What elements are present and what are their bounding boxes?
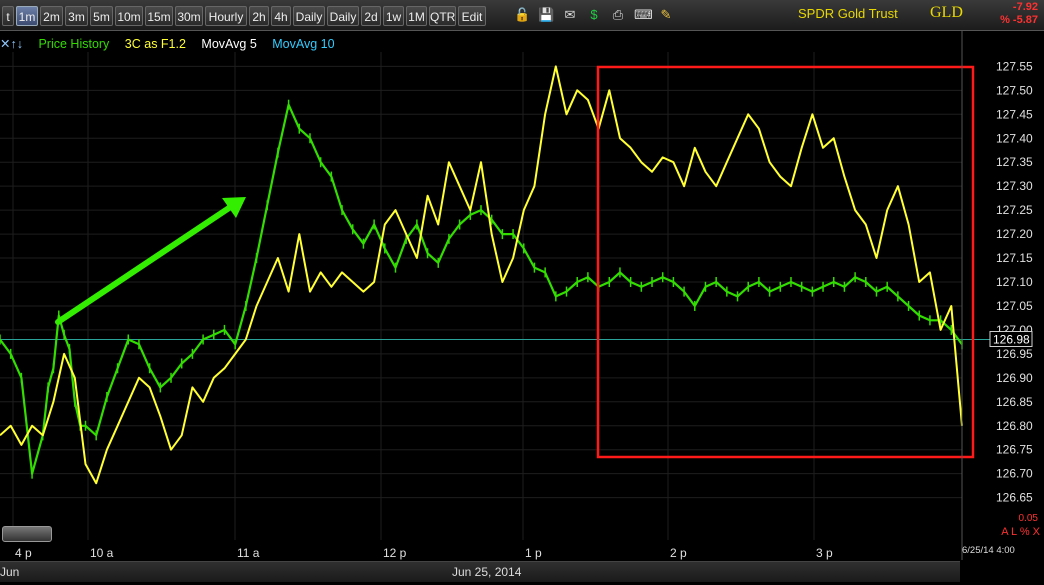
- timeframe-button[interactable]: 30m: [175, 6, 203, 26]
- timeframe-button[interactable]: 2d: [361, 6, 381, 26]
- change-absolute: -7.92: [1012, 1, 1038, 13]
- timeframe-button[interactable]: 1w: [383, 6, 404, 26]
- timeframe-button[interactable]: 1M: [406, 6, 427, 26]
- chart-legend: ✕↑↓ Price History 3C as F1.2 MovAvg 5 Mo…: [0, 36, 347, 52]
- legend-3c-indicator[interactable]: 3C as F1.2: [125, 37, 186, 51]
- save-icon[interactable]: 💾: [538, 7, 554, 23]
- timeframe-button[interactable]: Daily: [293, 6, 325, 26]
- date-bar[interactable]: Jun Jun 25, 2014: [0, 561, 960, 582]
- y-tick-label: 126.85: [996, 395, 1033, 409]
- axis-scale-value: 0.05: [1018, 513, 1038, 524]
- timeframe-button[interactable]: 2m: [40, 6, 63, 26]
- timeframe-button[interactable]: 10m: [115, 6, 143, 26]
- y-tick-label: 127.20: [996, 227, 1033, 241]
- timeframe-button[interactable]: 1m: [16, 6, 38, 26]
- x-tick-label: 2 p: [670, 546, 687, 560]
- x-axis: 4 p 10 a 11 a 12 p 1 p 2 p 3 p: [15, 546, 833, 560]
- y-tick-label: 127.50: [996, 83, 1033, 97]
- y-tick-label: 127.35: [996, 155, 1033, 169]
- trend-arrow-line: [55, 203, 235, 325]
- date-bar-date: Jun 25, 2014: [452, 565, 522, 579]
- timeframe-button[interactable]: 15m: [145, 6, 173, 26]
- y-tick-label: 127.25: [996, 203, 1033, 217]
- price-history-series: [0, 103, 963, 475]
- timeframe-button[interactable]: 2h: [249, 6, 269, 26]
- change-percent: % -5.87: [1000, 14, 1038, 26]
- keyboard-icon[interactable]: ⌨: [634, 7, 653, 23]
- chart-plot: 127.55 127.50 127.45 127.40 127.35 127.30 127.…: [0, 30, 1033, 560]
- legend-movavg-5[interactable]: MovAvg 5: [201, 37, 256, 51]
- x-tick-label: 11 a: [237, 546, 260, 560]
- legend-arrows-icon[interactable]: ✕↑↓: [0, 37, 23, 51]
- timeframe-button[interactable]: 4h: [271, 6, 291, 26]
- y-tick-label: 126.75: [996, 443, 1033, 457]
- y-tick-label: 127.05: [996, 299, 1033, 313]
- y-tick-label: 127.15: [996, 251, 1033, 265]
- series-lines: [0, 65, 963, 485]
- timeframe-button[interactable]: t: [2, 6, 14, 26]
- timeframe-button[interactable]: 3m: [65, 6, 88, 26]
- timeframe-button[interactable]: Daily: [327, 6, 359, 26]
- annotations: [55, 65, 975, 459]
- y-tick-label: 127.55: [996, 59, 1033, 73]
- legend-price-history[interactable]: Price History: [38, 37, 109, 51]
- y-tick-label: 127.40: [996, 131, 1033, 145]
- dollar-icon[interactable]: $: [586, 7, 602, 23]
- x-tick-label: 12 p: [383, 546, 407, 560]
- y-tick-label: 127.30: [996, 179, 1033, 193]
- timeframe-button[interactable]: Hourly: [205, 6, 247, 26]
- timeframe-button[interactable]: 5m: [90, 6, 113, 26]
- chart-scroll-handle[interactable]: [2, 526, 52, 542]
- last-price-label: 126.98: [993, 333, 1030, 347]
- y-tick-label: 126.80: [996, 419, 1033, 433]
- y-tick-label: 126.70: [996, 467, 1033, 481]
- lock-icon[interactable]: 🔓: [514, 7, 530, 23]
- y-tick-label: 127.10: [996, 275, 1033, 289]
- y-tick-label: 126.95: [996, 347, 1033, 361]
- highlight-box: [596, 65, 975, 459]
- legend-movavg-10[interactable]: MovAvg 10: [272, 37, 334, 51]
- indicator-3c-series: [0, 65, 963, 485]
- x-tick-label: 3 p: [816, 546, 833, 560]
- y-tick-label: 126.90: [996, 371, 1033, 385]
- timeframe-button[interactable]: Edit: [458, 6, 486, 26]
- last-price-marker: 126.98: [989, 331, 1033, 347]
- symbol-name: SPDR Gold Trust: [798, 6, 898, 21]
- timestamp-label: 6/25/14 4:00: [962, 545, 1015, 556]
- mail-icon[interactable]: ✉: [562, 7, 578, 23]
- print-icon[interactable]: ⎙: [610, 7, 626, 23]
- axis-scale-controls[interactable]: A L % X: [1001, 526, 1040, 538]
- y-tick-label: 127.45: [996, 107, 1033, 121]
- ticker-symbol: GLD: [930, 4, 963, 21]
- grid-lines: [0, 52, 962, 540]
- date-bar-month: Jun: [0, 565, 20, 579]
- timeframe-button[interactable]: QTR: [429, 6, 456, 26]
- y-tick-label: 126.65: [996, 491, 1033, 505]
- x-tick-label: 4 p: [15, 546, 32, 560]
- pencil-icon[interactable]: ✎: [658, 7, 674, 23]
- x-tick-label: 10 a: [90, 546, 114, 560]
- x-tick-label: 1 p: [525, 546, 542, 560]
